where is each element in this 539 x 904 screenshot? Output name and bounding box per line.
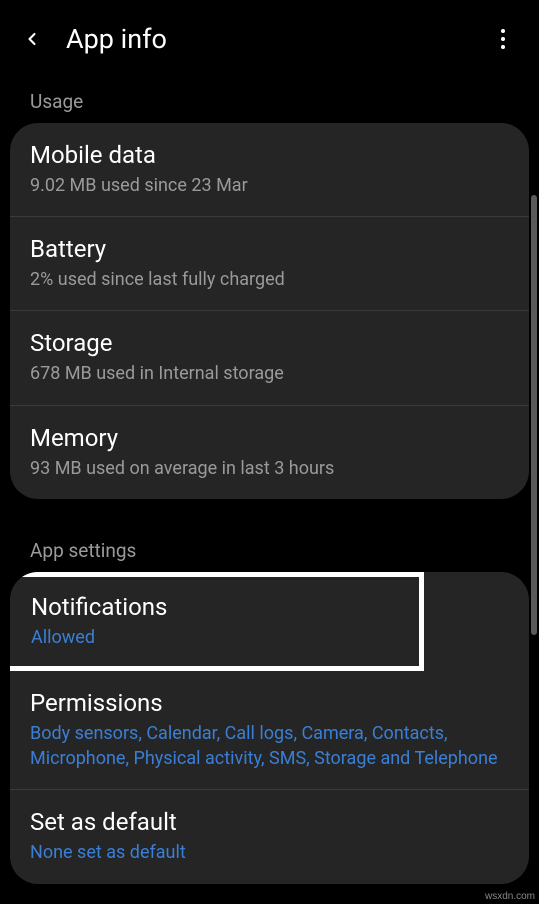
item-subtitle: Body sensors, Calendar, Call logs, Camer… — [30, 721, 509, 771]
item-subtitle: None set as default — [30, 840, 509, 865]
item-title: Storage — [30, 329, 509, 357]
mobile-data-item[interactable]: Mobile data 9.02 MB used since 23 Mar — [10, 123, 529, 217]
scrollbar[interactable] — [531, 195, 537, 635]
header-left: App info — [20, 23, 167, 55]
item-title: Battery — [30, 235, 509, 263]
item-title: Mobile data — [30, 141, 509, 169]
permissions-item[interactable]: Permissions Body sensors, Calendar, Call… — [10, 671, 529, 790]
app-settings-card: Notifications Allowed Permissions Body s… — [10, 572, 529, 884]
notifications-item[interactable]: Notifications Allowed — [10, 572, 424, 671]
item-subtitle: 678 MB used in Internal storage — [30, 361, 509, 386]
section-label-usage: Usage — [10, 78, 529, 123]
set-as-default-item[interactable]: Set as default None set as default — [10, 790, 529, 883]
item-title: Notifications — [31, 593, 399, 621]
item-title: Memory — [30, 424, 509, 452]
storage-item[interactable]: Storage 678 MB used in Internal storage — [10, 311, 529, 405]
section-label-app-settings: App settings — [10, 527, 529, 572]
header: App info — [0, 0, 539, 78]
usage-card: Mobile data 9.02 MB used since 23 Mar Ba… — [10, 123, 529, 499]
page-title: App info — [66, 23, 167, 55]
item-title: Permissions — [30, 689, 509, 717]
item-title: Set as default — [30, 808, 509, 836]
item-subtitle: 2% used since last fully charged — [30, 267, 509, 292]
back-icon[interactable] — [20, 27, 44, 51]
item-subtitle: 93 MB used on average in last 3 hours — [30, 456, 509, 481]
item-subtitle: Allowed — [31, 625, 399, 650]
content: Usage Mobile data 9.02 MB used since 23 … — [0, 78, 539, 884]
more-menu-icon[interactable] — [495, 27, 519, 51]
item-subtitle: 9.02 MB used since 23 Mar — [30, 173, 509, 198]
battery-item[interactable]: Battery 2% used since last fully charged — [10, 217, 529, 311]
watermark: wsxdn.com — [485, 891, 535, 902]
memory-item[interactable]: Memory 93 MB used on average in last 3 h… — [10, 406, 529, 499]
